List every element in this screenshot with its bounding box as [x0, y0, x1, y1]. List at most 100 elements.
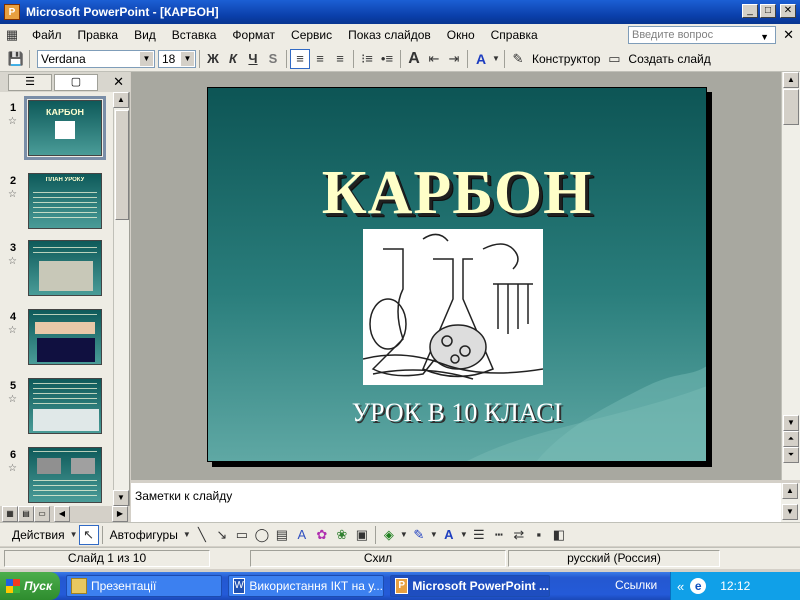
font-size-select[interactable]: 18 ▼	[158, 49, 196, 68]
menu-help[interactable]: Справка	[483, 28, 546, 42]
font-color-icon[interactable]: A	[471, 49, 491, 69]
fill-color-icon[interactable]: ◈	[379, 525, 399, 545]
slide-subtitle[interactable]: УРОК В 10 КЛАСІ	[208, 398, 706, 428]
scrollbar-thumb[interactable]	[115, 110, 129, 220]
maximize-button[interactable]: □	[760, 4, 776, 18]
document-icon[interactable]: ▦	[0, 25, 24, 45]
chevron-down-icon[interactable]: ▼	[429, 525, 439, 545]
menu-window[interactable]: Окно	[439, 28, 483, 42]
scroll-up-icon[interactable]: ▲	[782, 483, 798, 499]
tab-slides[interactable]: ▢	[54, 74, 98, 91]
network-icon[interactable]: e	[690, 578, 707, 594]
designer-button[interactable]: Конструктор	[528, 52, 604, 66]
chevron-down-icon[interactable]: ▼	[140, 51, 153, 66]
chevron-down-icon[interactable]: ▼	[459, 525, 469, 545]
menu-edit[interactable]: Правка	[70, 28, 127, 42]
previous-slide-icon[interactable]: ⏶	[783, 431, 799, 447]
menu-view[interactable]: Вид	[126, 28, 164, 42]
links-toolbar[interactable]: Ссылки	[615, 578, 657, 592]
slide-thumbnail-2[interactable]: 2 ☆ ПЛАН УРОКУ	[0, 173, 112, 235]
scrollbar-thumb[interactable]	[783, 89, 799, 125]
scroll-down-icon[interactable]: ▼	[782, 504, 798, 520]
underline-button[interactable]: Ч	[243, 49, 263, 69]
align-center-button[interactable]: ≡	[310, 49, 330, 69]
task-explorer[interactable]: Презентації	[66, 575, 222, 597]
vertical-scrollbar[interactable]: ▲ ▼ ⏶ ⏷	[781, 72, 800, 480]
arrow-icon[interactable]: ↘	[212, 525, 232, 545]
menu-tools[interactable]: Сервис	[283, 28, 340, 42]
oval-icon[interactable]: ◯	[252, 525, 272, 545]
menu-slideshow[interactable]: Показ слайдов	[340, 28, 439, 42]
shadow-button[interactable]: S	[263, 49, 283, 69]
3d-style-icon[interactable]: ◧	[549, 525, 569, 545]
powerpoint-icon[interactable]: P	[4, 4, 20, 20]
actions-menu[interactable]: Действия	[8, 528, 69, 542]
task-powerpoint[interactable]: P Microsoft PowerPoint ...	[390, 575, 550, 597]
chevron-left-icon[interactable]: «	[677, 579, 684, 594]
increase-font-icon[interactable]: A	[404, 49, 424, 69]
shadow-style-icon[interactable]: ▪	[529, 525, 549, 545]
font-select[interactable]: Verdana ▼	[37, 49, 155, 68]
scroll-up-icon[interactable]: ▲	[113, 92, 129, 108]
task-word[interactable]: W Використання ІКТ на у...	[228, 575, 384, 597]
notes-pane[interactable]: Заметки к слайду ▲ ▼	[131, 480, 800, 522]
scroll-left-icon[interactable]: ◀	[54, 506, 70, 522]
new-slide-button[interactable]: Создать слайд	[624, 52, 714, 66]
bullets-icon[interactable]: •≡	[377, 49, 397, 69]
save-icon[interactable]: 💾	[6, 49, 26, 69]
line-color-icon[interactable]: ✎	[409, 525, 429, 545]
slide-thumbnail-5[interactable]: 5 ☆	[0, 378, 112, 440]
scroll-right-icon[interactable]: ▶	[112, 506, 128, 522]
minimize-button[interactable]: _	[742, 4, 758, 18]
slide-thumbnail-3[interactable]: 3 ☆	[0, 240, 112, 302]
slide-thumbnail-4[interactable]: 4 ☆	[0, 309, 112, 371]
wordart-icon[interactable]: A	[292, 525, 312, 545]
panel-scrollbar[interactable]: ▲ ▼	[113, 92, 129, 506]
menu-insert[interactable]: Вставка	[164, 28, 225, 42]
line-style-icon[interactable]: ☰	[469, 525, 489, 545]
scroll-down-icon[interactable]: ▼	[113, 490, 129, 506]
close-icon[interactable]: ✕	[113, 74, 124, 90]
picture-icon[interactable]: ▣	[352, 525, 372, 545]
chevron-down-icon[interactable]: ▼	[181, 51, 194, 66]
chemistry-illustration[interactable]	[362, 229, 544, 385]
autoshapes-menu[interactable]: Автофигуры	[106, 528, 182, 542]
chevron-down-icon[interactable]: ▼	[182, 525, 192, 545]
slide-thumbnail-1[interactable]: 1 ☆ КАРБОН	[0, 96, 112, 162]
normal-view-icon[interactable]: ▦	[2, 506, 18, 522]
scroll-up-icon[interactable]: ▲	[783, 72, 799, 88]
menu-file[interactable]: Файл	[24, 28, 70, 42]
select-pointer-icon[interactable]: ↖	[78, 524, 99, 545]
chevron-down-icon[interactable]: ▼	[491, 49, 501, 69]
new-slide-icon[interactable]: ▭	[604, 49, 624, 69]
numbering-icon[interactable]: ⁝≡	[357, 49, 377, 69]
next-slide-icon[interactable]: ⏷	[783, 447, 799, 463]
slide-title[interactable]: КАРБОН	[208, 158, 706, 229]
slideshow-view-icon[interactable]: ▭	[34, 506, 50, 522]
language-indicator[interactable]: русский (Россия)	[508, 550, 720, 567]
bold-button[interactable]: Ж	[203, 49, 223, 69]
clipart-icon[interactable]: ❀	[332, 525, 352, 545]
chevron-down-icon[interactable]: ▼	[399, 525, 409, 545]
tab-outline[interactable]: ☰	[8, 74, 52, 91]
help-search-input[interactable]: Введите вопрос ▼	[628, 26, 776, 44]
text-color-icon[interactable]: A	[439, 525, 459, 545]
italic-button[interactable]: К	[223, 49, 243, 69]
line-icon[interactable]: ╲	[192, 525, 212, 545]
align-left-button[interactable]: ≡	[290, 48, 310, 69]
slide[interactable]: КАРБОН УРОК В 10 КЛАСІ	[207, 87, 707, 462]
notes-scrollbar[interactable]: ▲ ▼	[781, 483, 800, 522]
dash-style-icon[interactable]: ┅	[489, 525, 509, 545]
textbox-icon[interactable]: ▤	[272, 525, 292, 545]
close-doc-icon[interactable]: ✕	[783, 27, 794, 43]
close-button[interactable]: ✕	[780, 4, 796, 18]
chevron-down-icon[interactable]: ▼	[69, 525, 79, 545]
slide-thumbnail-6[interactable]: 6 ☆	[0, 447, 112, 509]
scroll-down-icon[interactable]: ▼	[783, 415, 799, 431]
menu-format[interactable]: Формат	[224, 28, 283, 42]
diagram-icon[interactable]: ✿	[312, 525, 332, 545]
increase-indent-icon[interactable]: ⇥	[444, 49, 464, 69]
decrease-indent-icon[interactable]: ⇤	[424, 49, 444, 69]
chevron-down-icon[interactable]: ▼	[760, 29, 769, 45]
start-button[interactable]: Пуск	[0, 572, 60, 600]
